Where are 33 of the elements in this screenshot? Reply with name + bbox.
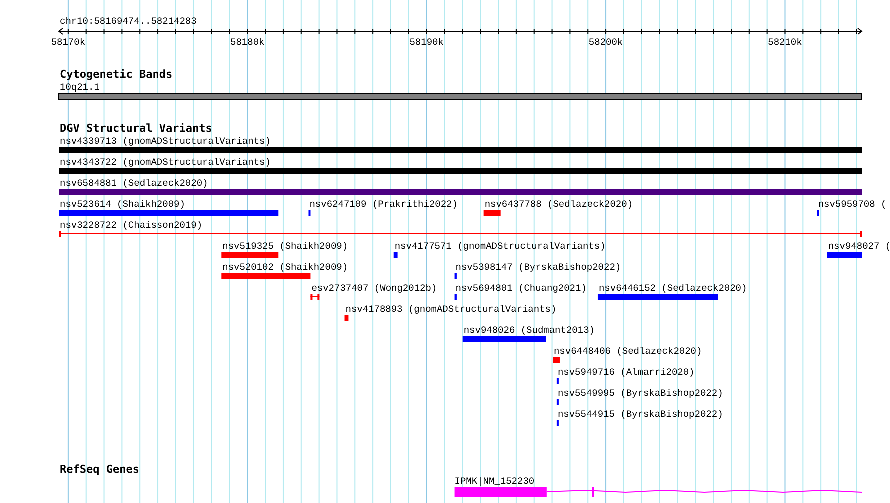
variant-label: nsv523614 (Shaikh2009) [60, 199, 186, 210]
position-label: chr10:58169474..58214283 [60, 16, 197, 27]
variant-label: nsv948026 (Sudmant2013) [464, 325, 595, 336]
variant-label: nsv6448406 (Sedlazeck2020) [554, 346, 702, 357]
track-title: DGV Structural Variants [60, 122, 212, 135]
variant-label: nsv948027 ( [828, 241, 890, 252]
variant-label: nsv5949716 (Almarri2020) [558, 367, 695, 378]
variant-label: nsv6584881 (Sedlazeck2020) [60, 178, 208, 189]
tick-label: 58170k [51, 37, 86, 48]
variant-label: nsv5398147 (ByrskaBishop2022) [456, 262, 622, 273]
variant-label: nsv4339713 (gnomADStructuralVariants) [60, 136, 271, 147]
variant-label: nsv520102 (Shaikh2009) [222, 262, 348, 273]
tick-label: 58180k [230, 37, 265, 48]
tick-label: 58210k [768, 37, 802, 48]
track-title: Cytogenetic Bands [60, 68, 173, 81]
variant-label: nsv519325 (Shaikh2009) [222, 241, 348, 252]
variant-label: esv2737407 (Wong2012b) [312, 283, 438, 294]
variant-label: nsv5549995 (ByrskaBishop2022) [558, 388, 724, 399]
tick-label: 58200k [588, 37, 624, 48]
variant-label: nsv5959708 ( [818, 199, 887, 210]
variant-label: nsv5544915 (ByrskaBishop2022) [558, 409, 724, 420]
variant-label: nsv6437788 (Sedlazeck2020) [484, 199, 634, 210]
variant-label: nsv5694801 (Chuang2021) [456, 283, 587, 294]
variant-label: nsv6446152 (Sedlazeck2020) [598, 283, 748, 294]
track-title: RefSeq Genes [60, 463, 140, 476]
variant-label: nsv4178893 (gnomADStructuralVariants) [346, 304, 557, 315]
band-label: 10q21.1 [60, 82, 100, 93]
gene-label: IPMK|NM_152230 [454, 476, 535, 487]
variant-label: nsv4177571 (gnomADStructuralVariants) [394, 241, 606, 252]
variant-label: nsv6247109 (Prakrithi2022) [310, 199, 458, 210]
variant-label: nsv3228722 (Chaisson2019) [60, 220, 203, 231]
variant-label: nsv4343722 (gnomADStructuralVariants) [60, 157, 271, 168]
tick-label: 58190k [410, 37, 444, 48]
